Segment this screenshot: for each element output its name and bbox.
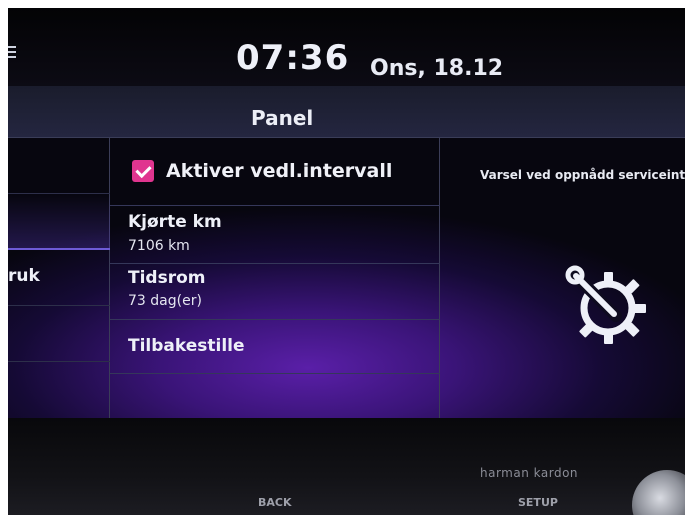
driven-km-value: 7106 km [128, 238, 190, 254]
info-caption: Varsel ved oppnådd serviceint [480, 168, 685, 182]
left-menu-item[interactable] [8, 306, 110, 362]
enable-interval-row[interactable]: Aktiver vedl.intervall [110, 138, 440, 206]
driven-km-title: Kjørte km [128, 212, 222, 232]
brand-logo: harman kardon [480, 466, 579, 480]
reset-row[interactable]: Tilbakestille [110, 320, 440, 374]
left-menu-item[interactable] [8, 138, 110, 194]
wrench-gear-icon [565, 265, 646, 344]
period-row[interactable]: Tidsrom 73 dag(er) [110, 264, 440, 320]
hardware-panel [8, 418, 685, 515]
driven-km-row[interactable]: Kjørte km 7106 km [110, 206, 440, 264]
settings-list: Aktiver vedl.intervall Kjørte km 7106 km… [110, 138, 440, 418]
left-menu-item-active[interactable] [8, 194, 110, 250]
reset-button[interactable]: Tilbakestille [128, 336, 245, 356]
title-bar [8, 86, 685, 138]
clock: 07:36 [236, 38, 350, 78]
setup-hardware-button[interactable]: SETUP [518, 496, 558, 509]
enable-interval-checkbox[interactable] [132, 160, 154, 182]
infotainment-screen: 07:36 Ons, 18.12 Panel ruk Aktiver vedl.… [8, 8, 685, 418]
enable-interval-label: Aktiver vedl.intervall [166, 160, 393, 182]
menu-icon[interactable] [8, 46, 16, 58]
period-value: 73 dag(er) [128, 293, 202, 309]
period-title: Tidsrom [128, 268, 206, 288]
back-hardware-button[interactable]: BACK [258, 496, 292, 509]
status-bar: 07:36 Ons, 18.12 [8, 8, 685, 86]
left-menu-item-label: ruk [8, 266, 40, 286]
info-panel: Varsel ved oppnådd serviceint [440, 138, 685, 418]
head-unit-bezel: 07:36 Ons, 18.12 Panel ruk Aktiver vedl.… [8, 8, 685, 515]
page-title: Panel [251, 106, 314, 130]
date: Ons, 18.12 [370, 56, 504, 81]
